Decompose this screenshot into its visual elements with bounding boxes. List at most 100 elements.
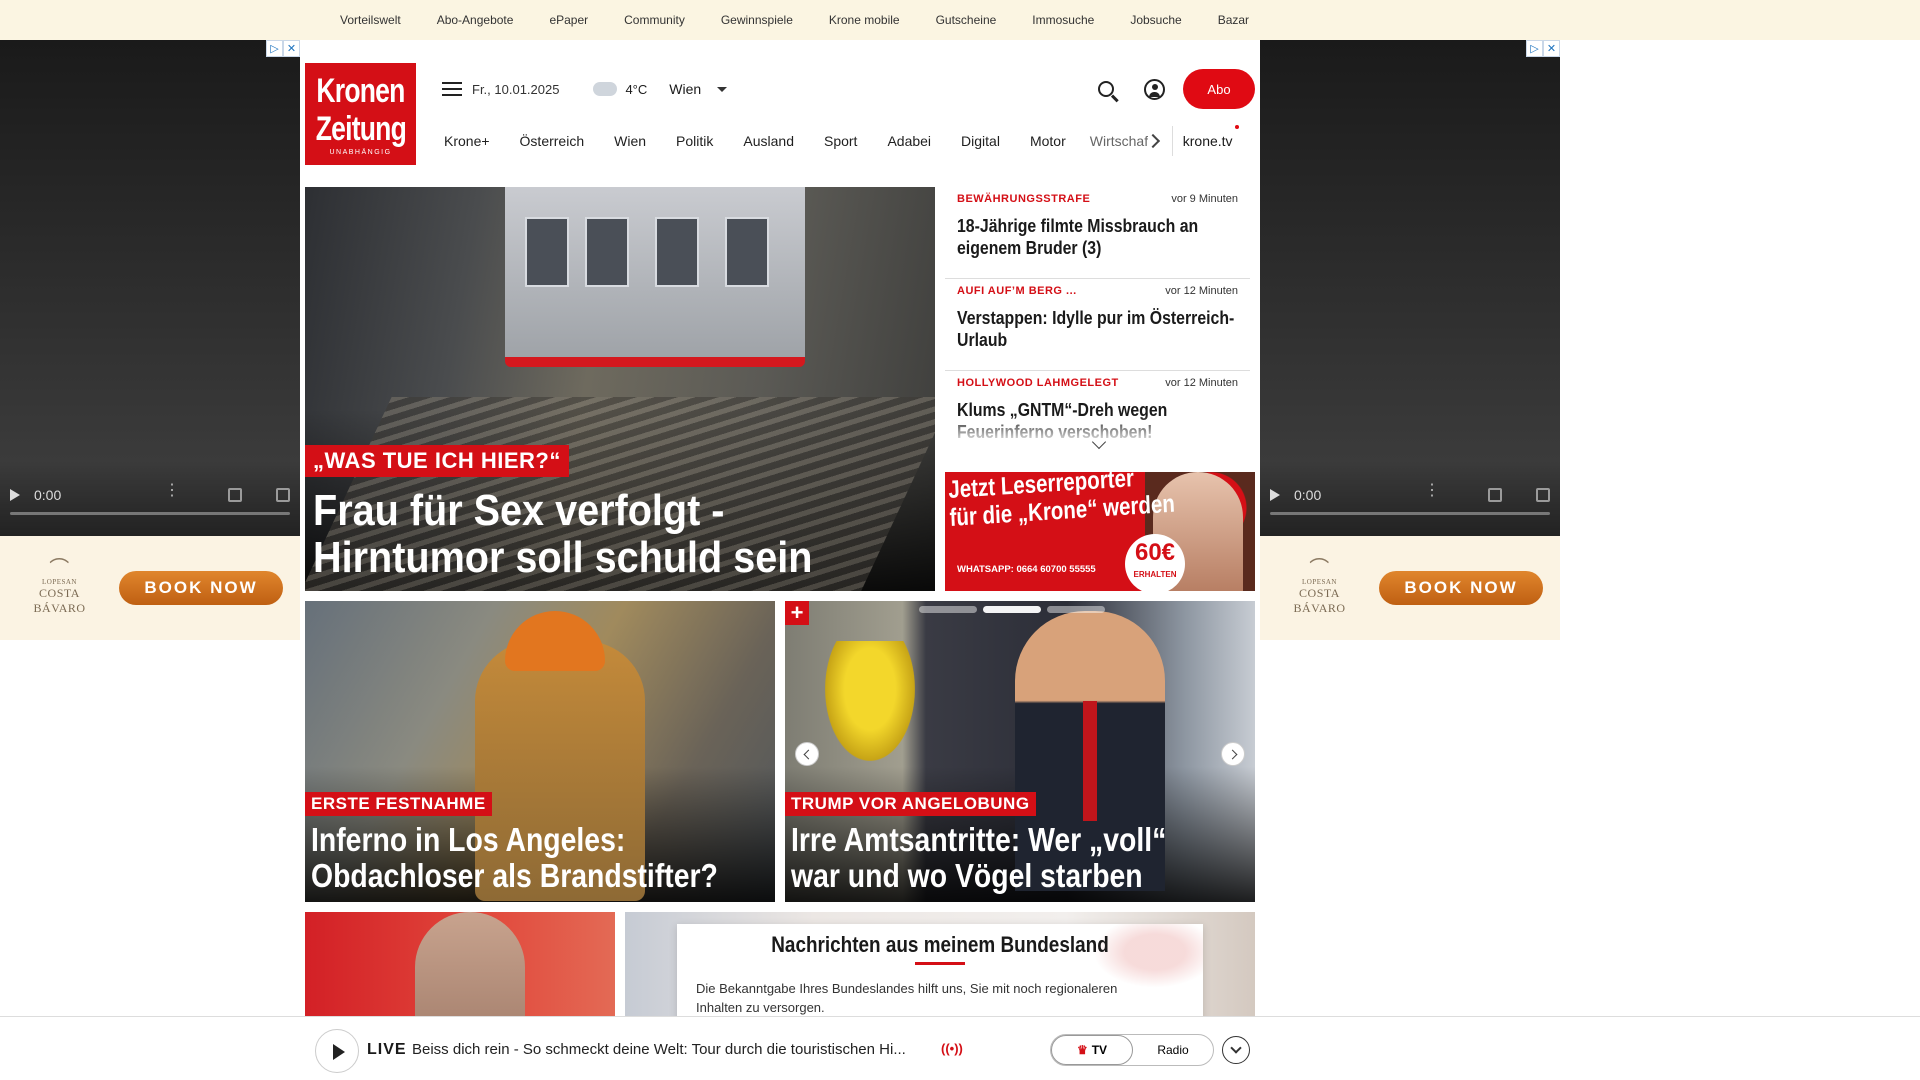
ticker-time: vor 12 Minuten [1165,285,1238,297]
main-nav: Krone+ Österreich Wien Politik Ausland S… [432,125,1255,156]
kronen-zeitung-logo[interactable]: Kronen Zeitung UNABHÄNGIG [305,63,416,165]
adchoices-icon[interactable]: ▷ ✕ [266,40,300,57]
reward-badge: 60€ ERHALTEN [1125,534,1185,591]
title-underline [915,962,965,965]
service-nav-bazar[interactable]: Bazar [1218,13,1249,27]
live-label: LIVE [367,1041,407,1058]
video-progress-bar[interactable] [10,512,290,515]
nav-item-oesterreich[interactable]: Österreich [502,133,597,149]
city-label: Wien [669,81,702,97]
nav-item-adabei[interactable]: Adabei [869,133,943,149]
hotel-ad-banner[interactable]: ⌒ LOPESAN COSTA BÁVARO BOOK NOW [1260,536,1560,640]
ticker-time: vor 12 Minuten [1165,377,1238,389]
nav-item-ausland[interactable]: Ausland [725,133,806,149]
city-selector[interactable]: Wien [669,81,728,97]
nav-item-wirtschaft[interactable]: Wirtschaft [1078,133,1148,149]
temperature: 4°C [625,81,648,97]
nav-item-digital[interactable]: Digital [943,133,1012,149]
hero-title: Frau für Sex verfolgt - Hirntumor soll s… [313,486,813,582]
radio-tab[interactable]: Radio [1133,1035,1213,1065]
more-options-icon[interactable]: ⋮ [164,480,180,500]
mute-icon[interactable] [1488,488,1502,502]
whatsapp-number: WHATSAPP: 0664 60700 55555 [957,564,1096,575]
ticker-category: BEWÄHRUNGSSTRAFE [957,193,1091,205]
play-icon[interactable] [10,489,20,501]
right-side-ad[interactable]: ▷ ✕ 0:00 ⋮ ⌒ LOPESAN COSTA BÁVARO BOOK NO… [1260,40,1560,640]
teaser-kicker: ERSTE FESTNAHME [305,792,492,816]
carousel-prev-icon[interactable] [795,742,819,766]
fullscreen-icon[interactable] [1536,488,1550,502]
fullscreen-icon[interactable] [276,488,290,502]
service-nav-jobsuche[interactable]: Jobsuche [1130,13,1181,27]
ad-video-player[interactable]: ▷ ✕ 0:00 ⋮ [1260,40,1560,536]
service-nav-abo-angebote[interactable]: Abo-Angebote [437,13,514,27]
live-program-text[interactable]: Beiss dich rein - So schmeckt deine Welt… [412,1041,932,1058]
teaser-title: Inferno in Los Angeles: Obdachloser als … [311,821,718,894]
book-now-button[interactable]: BOOK NOW [1379,571,1543,605]
weather-widget[interactable]: 4°C [590,77,648,97]
hero-article[interactable]: „WAS TUE ICH HIER?“ Frau für Sex verfolg… [305,187,935,591]
live-player-bar: LIVE Beiss dich rein - So schmeckt deine… [0,1016,1920,1080]
header-date: Fr., 10.01.2025 [472,81,560,97]
expand-player-button[interactable] [1222,1036,1250,1064]
ticker-item[interactable]: BEWÄHRUNGSSTRAFE vor 9 Minuten 18-Jährige… [945,187,1250,279]
ad-video-player[interactable]: ▷ ✕ 0:00 ⋮ [0,40,300,536]
hotel-ad-banner[interactable]: ⌒ LOPESAN COSTA BÁVARO BOOK NOW [0,536,300,640]
leserreporter-banner[interactable]: Jetzt Leserreporter für die „Krone“ werd… [945,472,1255,591]
ticker-headline: Verstappen: Idylle pur im Österreich-Url… [957,308,1235,350]
bundesland-text: Die Bekanntgabe Ihres Bundeslandes hilft… [696,981,1118,1015]
ticker-headline: 18-Jährige filmte Missbrauch an eigenem … [957,216,1199,258]
nav-item-wien[interactable]: Wien [596,133,658,149]
more-options-icon[interactable]: ⋮ [1424,480,1440,500]
search-icon[interactable] [1098,81,1114,97]
video-controls: 0:00 ⋮ [1260,475,1560,515]
chevron-right-icon[interactable] [1145,133,1160,149]
nav-item-krone-plus[interactable]: Krone+ [432,133,502,149]
service-nav-vorteilswelt[interactable]: Vorteilswelt [340,13,401,27]
video-controls: 0:00 ⋮ [0,475,300,515]
book-now-button[interactable]: BOOK NOW [119,571,283,605]
left-side-ad[interactable]: ▷ ✕ 0:00 ⋮ ⌒ LOPESAN COSTA BÁVARO BOOK NO… [0,40,300,640]
nav-item-politik[interactable]: Politik [658,133,725,149]
play-icon[interactable] [1270,489,1280,501]
carousel-indicators[interactable] [919,606,1105,613]
mute-icon[interactable] [228,488,242,502]
service-nav-epaper[interactable]: ePaper [549,13,588,27]
nav-item-krone-tv[interactable]: krone.tv [1173,125,1239,149]
tv-tab[interactable]: ♛ TV [1051,1035,1133,1065]
live-dot-icon [1234,125,1239,129]
nav-item-sport[interactable]: Sport [806,133,869,149]
ticker-item[interactable]: AUFI AUF’M BERG ... vor 12 Minuten Versta… [945,279,1250,371]
nav-item-motor[interactable]: Motor [1012,133,1078,149]
teaser-kicker: TRUMP VOR ANGELOBUNG [785,792,1036,816]
canary-image [825,641,915,761]
teaser-article[interactable]: ERSTE FESTNAHME Inferno in Los Angeles: … [305,601,775,902]
krone-plus-icon: + [785,601,809,625]
service-nav-immosuche[interactable]: Immosuche [1032,13,1094,27]
ticker-category: AUFI AUF’M BERG ... [957,285,1077,297]
hero-image-train [505,187,805,367]
news-ticker: BEWÄHRUNGSSTRAFE vor 9 Minuten 18-Jährige… [945,187,1250,444]
bundesland-title: Nachrichten aus meinem Bundesland [771,932,1109,957]
service-nav: Vorteilswelt Abo-Angebote ePaper Communi… [0,0,1920,40]
hero-kicker: „WAS TUE ICH HIER?“ [305,445,569,477]
costa-bavaro-logo: ⌒ LOPESAN COSTA BÁVARO [1293,558,1346,615]
carousel-next-icon[interactable] [1221,742,1245,766]
abo-button[interactable]: Abo [1183,69,1255,109]
menu-icon[interactable] [442,82,462,96]
adchoices-icon[interactable]: ▷ ✕ [1526,40,1560,57]
partly-cloudy-icon [590,77,618,96]
crown-icon: ♛ [1076,1043,1088,1057]
teaser-carousel[interactable]: + TRUMP VOR ANGELOBUNG Irre Amtsantritte… [785,601,1255,902]
ticker-time: vor 9 Minuten [1171,193,1238,205]
service-nav-gewinnspiele[interactable]: Gewinnspiele [721,13,793,27]
ticker-category: HOLLYWOOD LAHMGELEGT [957,377,1119,389]
service-nav-community[interactable]: Community [624,13,685,27]
tv-radio-toggle: ♛ TV Radio [1050,1034,1214,1066]
account-icon[interactable] [1144,78,1165,100]
caret-down-icon [717,86,728,92]
live-play-button[interactable] [315,1029,359,1073]
service-nav-krone-mobile[interactable]: Krone mobile [829,13,900,27]
video-progress-bar[interactable] [1270,512,1550,515]
service-nav-gutscheine[interactable]: Gutscheine [936,13,997,27]
